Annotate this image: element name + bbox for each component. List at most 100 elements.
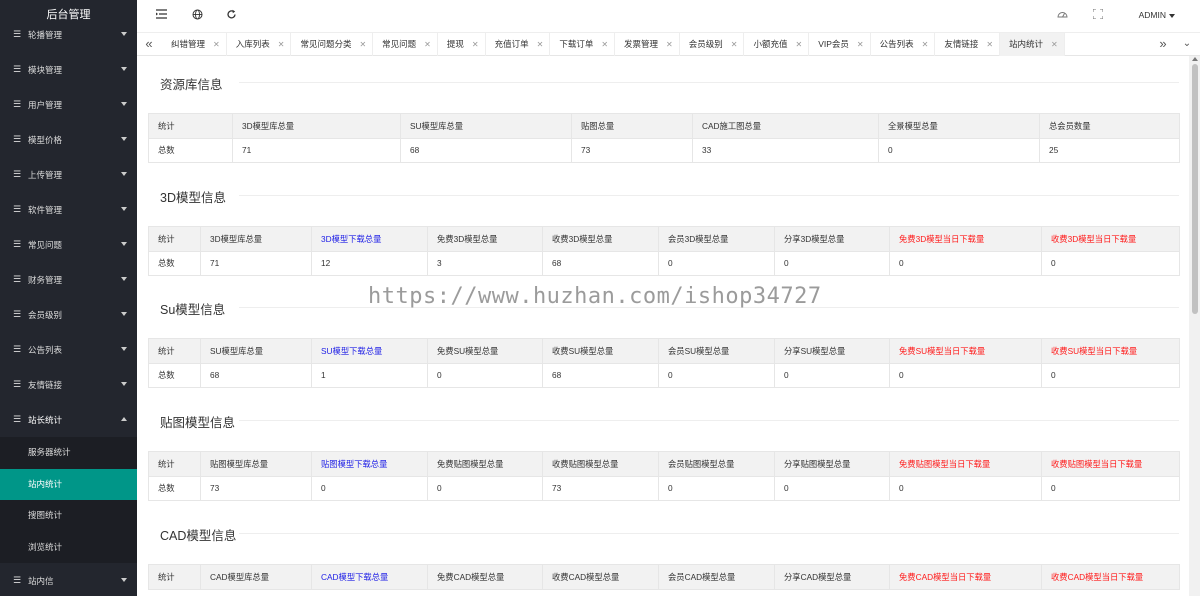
tab-item[interactable]: 会员级别 ✕: [680, 33, 745, 56]
chevron-down-icon: [121, 277, 127, 281]
menu-icon: ☰: [13, 134, 22, 144]
sidebar-item-software[interactable]: ☰ 软件管理: [0, 192, 137, 227]
sidebar-item-carousel[interactable]: ☰ 轮播管理: [0, 17, 137, 52]
tab-item[interactable]: 充值订单 ✕: [486, 33, 551, 56]
close-icon[interactable]: ✕: [472, 33, 479, 56]
chevron-down-icon: [121, 312, 127, 316]
divider: [239, 195, 1179, 196]
tabs-menu-chevron-icon[interactable]: ⌄: [1175, 33, 1199, 56]
tab-item[interactable]: 纠错管理 ✕: [162, 33, 227, 56]
chevron-down-icon: [121, 382, 127, 386]
chevron-down-icon: [121, 347, 127, 351]
sidebar-item-finance[interactable]: ☰ 财务管理: [0, 262, 137, 297]
chevron-down-icon: [121, 578, 127, 582]
tab-item[interactable]: VIP会员 ✕: [809, 33, 871, 56]
sidebar-subitem-site-stats[interactable]: 站内统计: [0, 468, 137, 500]
chevron-up-icon: [121, 417, 127, 421]
section-title-3d: 3D模型信息: [160, 191, 226, 205]
sidebar-item-announcements[interactable]: ☰ 公告列表: [0, 332, 137, 367]
menu-icon: ☰: [13, 575, 22, 585]
close-icon[interactable]: ✕: [424, 33, 431, 56]
tab-bar: « 纠错管理 ✕ 入库列表 ✕ 常见问题分类 ✕ 常见问题 ✕ 提现 ✕ 充值订单 ✕ 下载…: [137, 32, 1200, 56]
close-icon[interactable]: ✕: [601, 33, 608, 56]
sidebar-item-messages[interactable]: ☰ 站内信: [0, 563, 137, 596]
close-icon[interactable]: ✕: [1051, 33, 1058, 56]
table-row: 总数 71 68 73 33 0 25: [148, 137, 1180, 163]
menu-icon: ☰: [13, 239, 22, 249]
sidebar-item-member-level[interactable]: ☰ 会员级别: [0, 297, 137, 332]
close-icon[interactable]: ✕: [278, 33, 285, 56]
caret-down-icon: [1169, 13, 1175, 18]
menu-icon: ☰: [13, 169, 22, 179]
collapse-menu-icon[interactable]: [154, 9, 168, 23]
close-icon[interactable]: ✕: [537, 33, 544, 56]
sidebar-item-links[interactable]: ☰ 友情链接: [0, 367, 137, 402]
user-menu[interactable]: ADMIN: [1139, 10, 1175, 20]
tab-list: 纠错管理 ✕ 入库列表 ✕ 常见问题分类 ✕ 常见问题 ✕ 提现 ✕ 充值订单 ✕ 下载订单…: [162, 33, 1065, 56]
sidebar-subitem-browse-stats[interactable]: 浏览统计: [0, 532, 137, 564]
sidebar-item-users[interactable]: ☰ 用户管理: [0, 87, 137, 122]
sidebar-item-model-price[interactable]: ☰ 模型价格: [0, 122, 137, 157]
sidebar-item-upload[interactable]: ☰ 上传管理: [0, 157, 137, 192]
chevron-down-icon: [121, 67, 127, 71]
table-header-row: 统计 3D模型库总量 3D模型下载总量 免费3D模型总量 收费3D模型总量 会员…: [148, 226, 1180, 252]
tab-item[interactable]: 发票管理 ✕: [615, 33, 680, 56]
divider: [239, 533, 1179, 534]
sidebar-item-faq[interactable]: ☰ 常见问题: [0, 227, 137, 262]
section-title-texture: 贴图模型信息: [160, 416, 236, 430]
table-header-row: 统计 3D模型库总量 SU模型库总量 贴图总量 CAD施工图总量 全景模型总量 …: [148, 113, 1180, 139]
globe-icon[interactable]: [190, 9, 204, 23]
scroll-up-icon[interactable]: [1192, 57, 1198, 61]
table-row: 总数 71 12 3 68 0 0 0 0: [148, 250, 1180, 276]
chevron-down-icon: [121, 242, 127, 246]
tab-item[interactable]: 入库列表 ✕: [227, 33, 292, 56]
tabs-scroll-right-icon[interactable]: »: [1151, 33, 1175, 56]
tab-item[interactable]: 下载订单 ✕: [550, 33, 616, 56]
table-header-row: 统计 CAD模型库总量 CAD模型下载总量 免费CAD模型总量 收费CAD模型总…: [148, 564, 1180, 590]
sidebar-subitem-search-stats[interactable]: 搜图统计: [0, 500, 137, 532]
menu-icon: ☰: [13, 99, 22, 109]
close-icon[interactable]: ✕: [666, 33, 673, 56]
tab-item[interactable]: 小额充值 ✕: [744, 33, 810, 56]
divider: [239, 82, 1179, 83]
close-icon[interactable]: ✕: [731, 33, 738, 56]
close-icon[interactable]: ✕: [359, 33, 366, 56]
close-icon[interactable]: ✕: [857, 33, 864, 56]
close-icon[interactable]: ✕: [213, 33, 220, 56]
chevron-down-icon: [121, 102, 127, 106]
tab-item[interactable]: 常见问题 ✕: [373, 33, 438, 56]
tabs-scroll-left-icon[interactable]: «: [137, 33, 161, 56]
sidebar: 后台管理 ☰ 轮播管理 ☰ 模块管理 ☰ 用户管理 ☰ 模型价格 ☰ 上传管理 ☰ 软件管理…: [0, 0, 137, 596]
menu-icon: ☰: [13, 274, 22, 284]
resource-table: 统计 3D模型库总量 SU模型库总量 贴图总量 CAD施工图总量 全景模型总量 …: [148, 113, 1180, 163]
tab-item[interactable]: 公告列表 ✕: [871, 33, 936, 56]
scrollbar-thumb[interactable]: [1192, 64, 1198, 314]
close-icon[interactable]: ✕: [986, 33, 993, 56]
table-header-row: 统计 SU模型库总量 SU模型下载总量 免费SU模型总量 收费SU模型总量 会员…: [148, 338, 1180, 364]
close-icon[interactable]: ✕: [795, 33, 802, 56]
menu-icon: ☰: [13, 64, 22, 74]
sidebar-nav: ☰ 轮播管理 ☰ 模块管理 ☰ 用户管理 ☰ 模型价格 ☰ 上传管理 ☰ 软件管理 ☰ 常见问…: [0, 17, 137, 596]
sidebar-item-stats[interactable]: ☰ 站长统计: [0, 402, 137, 437]
tab-item[interactable]: 常见问题分类 ✕: [291, 33, 374, 56]
theme-icon[interactable]: [1055, 9, 1069, 23]
refresh-icon[interactable]: [224, 9, 238, 23]
fullscreen-icon[interactable]: [1091, 8, 1105, 23]
vertical-scrollbar[interactable]: [1189, 56, 1200, 596]
sidebar-item-modules[interactable]: ☰ 模块管理: [0, 52, 137, 87]
close-icon[interactable]: ✕: [922, 33, 929, 56]
menu-icon: ☰: [13, 344, 22, 354]
menu-icon: ☰: [13, 414, 22, 424]
section-title-resource: 资源库信息: [160, 78, 223, 92]
main-content: 资源库信息 统计 3D模型库总量 SU模型库总量 贴图总量 CAD施工图总量 全…: [137, 56, 1189, 596]
tab-item-active[interactable]: 站内统计 ✕: [1000, 33, 1065, 56]
chevron-down-icon: [121, 137, 127, 141]
table-header-row: 统计 贴图模型库总量 贴图模型下载总量 免费贴图模型总量 收费贴图模型总量 会员…: [148, 451, 1180, 477]
menu-icon: ☰: [13, 379, 22, 389]
sidebar-subitem-server-stats[interactable]: 服务器统计: [0, 437, 137, 469]
tab-item[interactable]: 友情链接 ✕: [935, 33, 1001, 56]
tab-item[interactable]: 提现 ✕: [438, 33, 486, 56]
section-title-su: Su模型信息: [160, 303, 226, 317]
divider: [239, 420, 1179, 421]
table-row: 总数 68 1 0 68 0 0 0 0: [148, 362, 1180, 388]
